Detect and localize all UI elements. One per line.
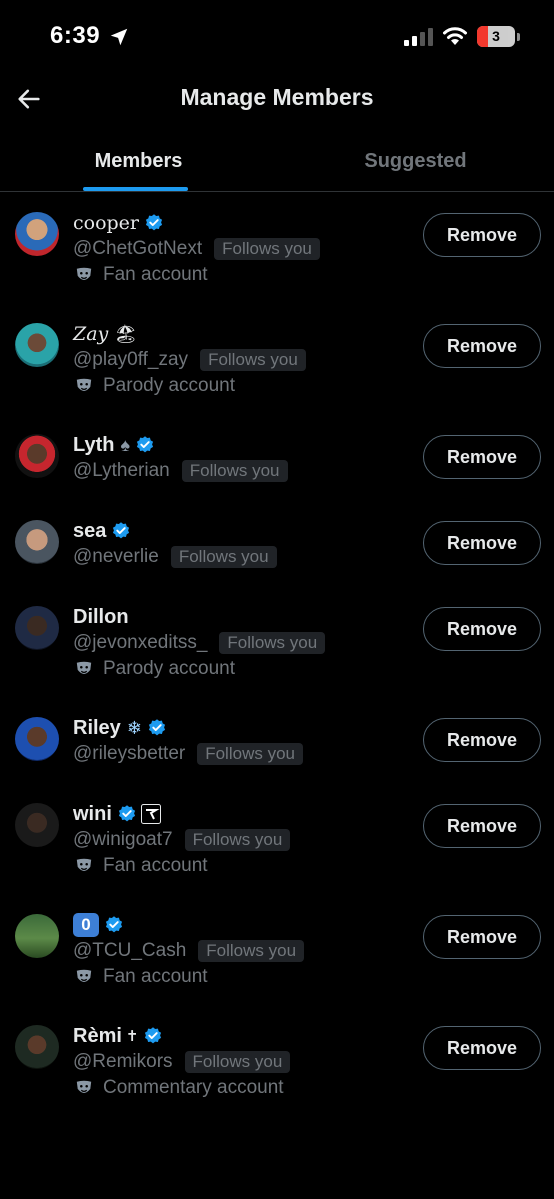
verified-badge-icon bbox=[105, 916, 123, 933]
member-handle: @ChetGotNext bbox=[73, 238, 203, 259]
theater-mask-icon bbox=[76, 1080, 92, 1093]
tab-suggested[interactable]: Suggested bbox=[277, 132, 554, 192]
wifi-icon bbox=[443, 27, 467, 45]
member-handle: @rileysbetter bbox=[73, 743, 186, 764]
verified-badge-icon bbox=[148, 719, 165, 736]
member-name[interactable]: 0 bbox=[73, 913, 99, 937]
remove-button[interactable]: Remove bbox=[423, 435, 541, 479]
avatar[interactable] bbox=[15, 717, 59, 761]
theater-mask-icon bbox=[76, 661, 92, 674]
status-bar: 6:39 3 bbox=[0, 0, 554, 72]
account-label: Fan account bbox=[103, 855, 208, 876]
account-label: Parody account bbox=[103, 658, 236, 679]
follows-you-badge: Follows you bbox=[214, 238, 320, 260]
member-name[interactable]: Dillon bbox=[73, 606, 129, 629]
verified-badge-icon bbox=[113, 522, 130, 539]
verified-badge-icon bbox=[145, 1027, 162, 1044]
spade-emoji: ♠ bbox=[120, 434, 131, 455]
member-name[interactable]: wini bbox=[73, 803, 112, 826]
remove-button[interactable]: Remove bbox=[423, 718, 541, 762]
member-handle: @Remikors bbox=[73, 1051, 173, 1072]
member-handle: @Lytherian bbox=[73, 460, 170, 481]
snowflake-emoji: ❄ bbox=[126, 717, 142, 738]
account-label: Parody account bbox=[103, 375, 236, 396]
remove-button[interactable]: Remove bbox=[423, 1026, 541, 1070]
avatar[interactable] bbox=[15, 212, 59, 256]
theater-mask-icon bbox=[76, 267, 92, 280]
follows-you-badge: Follows you bbox=[197, 743, 303, 765]
member-handle: @neverlie bbox=[73, 546, 159, 567]
member-name[interactable]: cooper bbox=[73, 212, 139, 234]
affiliate-badge-icon bbox=[140, 804, 161, 824]
follows-you-badge: Follows you bbox=[219, 632, 326, 654]
member-name[interactable]: Rèmi bbox=[73, 1025, 122, 1048]
beach-emoji: 🏖 bbox=[114, 323, 138, 344]
status-time: 6:39 bbox=[50, 22, 101, 49]
battery-cap bbox=[517, 33, 520, 41]
member-handle: @winigoat7 bbox=[73, 829, 173, 850]
remove-button[interactable]: Remove bbox=[423, 213, 541, 257]
member-handle: @jevonxeditss_ bbox=[73, 632, 208, 653]
avatar[interactable] bbox=[15, 803, 59, 847]
remove-button[interactable]: Remove bbox=[423, 324, 541, 368]
member-name[interactable]: sea bbox=[73, 520, 106, 543]
remove-button[interactable]: Remove bbox=[423, 915, 541, 959]
account-label: Fan account bbox=[103, 966, 208, 987]
page-title: Manage Members bbox=[180, 84, 374, 110]
avatar[interactable] bbox=[15, 914, 59, 958]
battery-level-text: 3 bbox=[492, 28, 500, 44]
follows-you-badge: Follows you bbox=[200, 349, 306, 371]
avatar[interactable] bbox=[15, 434, 59, 478]
active-tab-indicator bbox=[83, 187, 188, 191]
follows-you-badge: Follows you bbox=[170, 546, 277, 568]
avatar[interactable] bbox=[15, 520, 59, 564]
account-label: Fan account bbox=[103, 264, 208, 285]
tab-bar: Members Suggested bbox=[0, 132, 554, 192]
theater-mask-icon bbox=[76, 378, 92, 391]
tab-members[interactable]: Members bbox=[0, 132, 277, 192]
verified-badge-icon bbox=[118, 805, 135, 822]
avatar[interactable] bbox=[15, 1025, 59, 1069]
cross-emoji: ✝ bbox=[125, 1028, 139, 1045]
avatar[interactable] bbox=[15, 606, 59, 650]
verified-badge-icon bbox=[145, 214, 163, 231]
follows-you-badge: Follows you bbox=[184, 829, 291, 851]
location-arrow-icon bbox=[110, 28, 128, 46]
member-name[interactable]: Zay bbox=[73, 323, 108, 345]
avatar[interactable] bbox=[15, 323, 59, 367]
remove-button[interactable]: Remove bbox=[423, 521, 541, 565]
member-handle: @TCU_Cash bbox=[73, 940, 187, 961]
follows-you-badge: Follows you bbox=[181, 460, 288, 482]
member-handle: @play0ff_zay bbox=[73, 349, 189, 370]
battery-icon: 3 bbox=[477, 26, 515, 47]
follows-you-badge: Follows you bbox=[198, 940, 305, 962]
account-label: Commentary account bbox=[103, 1077, 284, 1098]
theater-mask-icon bbox=[76, 969, 92, 982]
member-name[interactable]: Lyth bbox=[73, 434, 114, 457]
remove-button[interactable]: Remove bbox=[423, 607, 541, 651]
theater-mask-icon bbox=[76, 858, 92, 871]
cellular-signal-icon bbox=[404, 28, 433, 46]
remove-button[interactable]: Remove bbox=[423, 804, 541, 848]
verified-badge-icon bbox=[136, 436, 154, 453]
member-name[interactable]: Riley bbox=[73, 717, 121, 740]
follows-you-badge: Follows you bbox=[184, 1051, 291, 1073]
